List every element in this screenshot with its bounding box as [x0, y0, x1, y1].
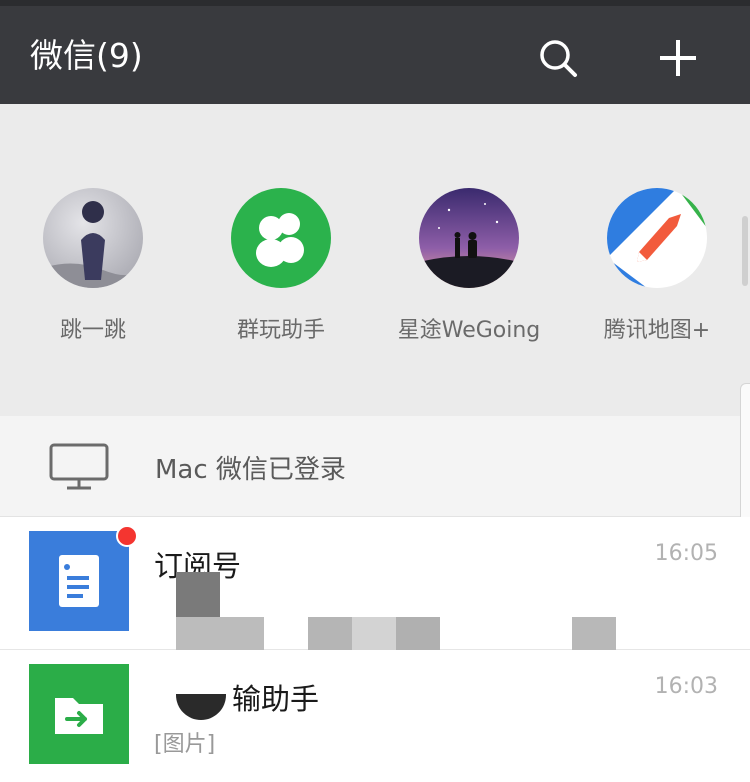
search-icon[interactable] [536, 36, 580, 80]
wegoing-app-icon [419, 188, 519, 288]
mac-login-notice[interactable]: Mac 微信已登录 [0, 416, 750, 517]
login-status-text: Mac 微信已登录 [155, 455, 346, 485]
plus-icon[interactable] [656, 36, 700, 80]
chat-name: 输助手 [232, 682, 320, 716]
mini-program-label: 星途WeGoing [397, 318, 541, 343]
mini-program-wegoing[interactable]: 星途WeGoing [384, 188, 554, 344]
mini-program-jump-jump[interactable]: 跳一跳 [8, 188, 178, 344]
chat-preview: [图片] [154, 732, 216, 757]
mini-program-tencent-map[interactable]: 腾讯地图+ [572, 188, 742, 344]
group-play-app-icon [231, 188, 331, 288]
tencent-map-app-icon [607, 188, 707, 288]
redaction-block [352, 617, 396, 653]
mini-program-label: 跳一跳 [59, 318, 126, 343]
file-transfer-avatar-icon [29, 664, 129, 764]
redaction-block [176, 572, 220, 618]
chat-item-file-transfer[interactable]: 输助手 16:03 [图片] [0, 650, 750, 782]
mini-program-label: 腾讯地图+ [603, 318, 711, 343]
chat-item-subscriptions[interactable]: 订阅号 16:05 [0, 517, 750, 659]
mini-program-label: 群玩助手 [236, 318, 325, 343]
chat-time: 16:05 [654, 541, 718, 566]
chat-time: 16:03 [654, 674, 718, 699]
monitor-icon [49, 443, 109, 490]
jump-jump-app-icon [43, 188, 143, 288]
title-bar: 微信(9) [0, 0, 750, 104]
subscription-avatar-icon [29, 531, 129, 631]
mini-program-bar: 跳一跳 群玩助手 星途WeGoing 腾讯地图+ [0, 104, 750, 416]
scrollbar-thumb[interactable] [742, 216, 748, 286]
page-title: 微信(9) [30, 36, 143, 75]
mini-program-group-play[interactable]: 群玩助手 [196, 188, 366, 344]
redaction-block [308, 617, 352, 653]
unread-badge [116, 525, 138, 547]
redaction-block [396, 617, 440, 653]
